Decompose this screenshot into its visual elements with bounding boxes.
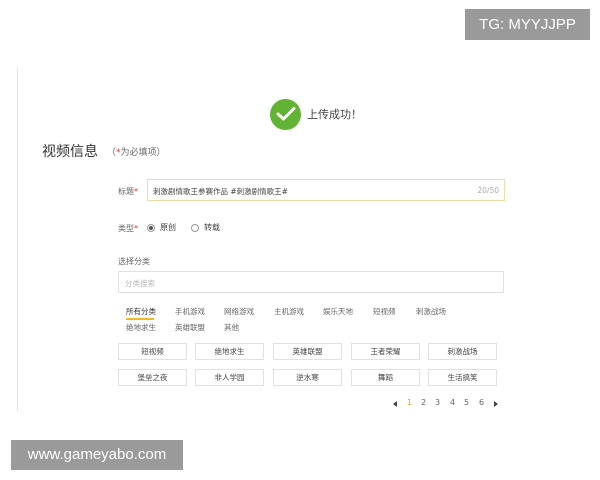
page-link[interactable]: 6	[479, 398, 484, 407]
category-search-input[interactable]: 分类搜索	[118, 271, 504, 293]
tab-lol[interactable]: 英雄联盟	[175, 322, 205, 333]
upload-success-text: 上传成功！	[307, 108, 362, 121]
type-label: 类型*	[118, 224, 138, 233]
check-circle-icon	[270, 98, 301, 130]
page-link[interactable]: 4	[450, 398, 455, 407]
category-button[interactable]: 英雄联盟	[273, 343, 342, 360]
required-hint: （*为必填项）	[107, 148, 166, 158]
tab-short-video[interactable]: 短视频	[373, 306, 396, 317]
active-tab-indicator	[126, 318, 154, 320]
type-radio-repost[interactable]: 转载	[191, 222, 220, 233]
tg-watermark: TG: MYYJJPP	[465, 9, 590, 40]
category-button[interactable]: 非人学园	[195, 369, 264, 386]
category-button[interactable]: 生活搞笑	[428, 369, 497, 386]
category-button[interactable]: 王者荣耀	[351, 343, 420, 360]
title-label: 标题*	[118, 187, 138, 196]
next-page-icon[interactable]	[494, 401, 498, 407]
tab-console-games[interactable]: 主机游戏	[274, 306, 304, 317]
title-input-value: 刺激剧情歌王参赛作品 #刺激剧情歌王#	[153, 187, 288, 196]
tab-other[interactable]: 其他	[224, 322, 239, 333]
upload-success-banner: 上传成功！	[270, 98, 362, 130]
tab-entertainment[interactable]: 娱乐天地	[323, 306, 353, 317]
page-link[interactable]: 1	[407, 398, 412, 407]
category-button[interactable]: 绝地求生	[195, 343, 264, 360]
title-input[interactable]: 刺激剧情歌王参赛作品 #刺激剧情歌王# 20/50	[147, 179, 505, 201]
radio-unselected-icon	[191, 223, 199, 232]
page-link[interactable]: 2	[421, 398, 426, 407]
prev-page-icon[interactable]	[393, 401, 397, 407]
radio-selected-icon	[147, 223, 155, 232]
category-button[interactable]: 舞蹈	[351, 369, 420, 386]
title-char-count: 20/50	[477, 186, 499, 195]
tab-pubg-mobile[interactable]: 刺激战场	[416, 306, 446, 317]
category-button[interactable]: 逆水寒	[273, 369, 342, 386]
tab-mobile-games[interactable]: 手机游戏	[175, 306, 205, 317]
tab-all-categories[interactable]: 所有分类	[126, 306, 156, 317]
tab-pubg[interactable]: 绝地求生	[126, 322, 156, 333]
category-button[interactable]: 堡垒之夜	[118, 369, 187, 386]
category-button[interactable]: 刺激战场	[428, 343, 497, 360]
left-divider	[17, 68, 18, 411]
section-title: 视频信息	[42, 144, 98, 160]
page-link[interactable]: 5	[464, 398, 469, 407]
page-link[interactable]: 3	[435, 398, 440, 407]
tab-online-games[interactable]: 网络游戏	[224, 306, 254, 317]
type-radio-original[interactable]: 原创	[147, 222, 176, 233]
site-watermark: www.gameyabo.com	[11, 440, 183, 470]
category-button[interactable]: 短视频	[118, 343, 187, 360]
category-label: 选择分类	[118, 257, 150, 266]
